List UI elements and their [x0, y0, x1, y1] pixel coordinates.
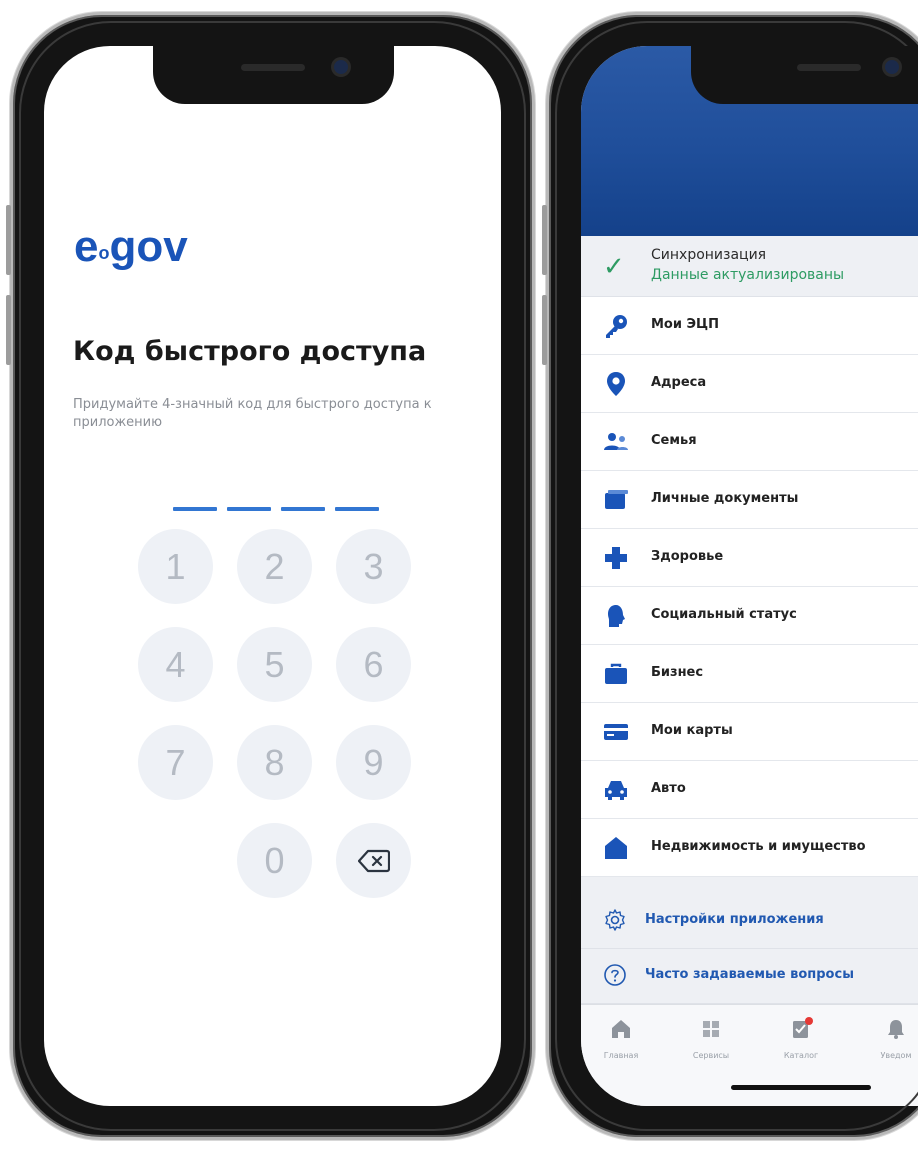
sync-status-text: Данные актуализированы — [651, 267, 845, 283]
pin-setup-screen: eogov Код быстрого доступа Придумайте 4-… — [44, 46, 501, 1106]
key-0[interactable]: 0 — [237, 823, 312, 898]
menu-item-label: Семья — [651, 433, 697, 448]
sync-status[interactable]: ✓ Синхронизация Данные актуализированы — [581, 236, 918, 297]
key-5[interactable]: 5 — [237, 627, 312, 702]
family-icon — [604, 433, 628, 450]
menu-item-addresses[interactable]: Адреса — [581, 355, 918, 413]
card-icon — [604, 724, 628, 740]
page-title: Код быстрого доступа — [73, 336, 427, 367]
menu-item-social-status[interactable]: Социальный статус — [581, 587, 918, 645]
menu-item-documents[interactable]: Личные документы — [581, 471, 918, 529]
tab-label: Уведом — [880, 1051, 912, 1060]
health-cross-icon — [605, 547, 627, 569]
key-6[interactable]: 6 — [336, 627, 411, 702]
pin-dash — [335, 507, 379, 511]
key-8[interactable]: 8 — [237, 725, 312, 800]
egov-logo: eogov — [74, 222, 188, 272]
social-status-icon — [608, 605, 625, 627]
key-4[interactable]: 4 — [138, 627, 213, 702]
menu-item-cards[interactable]: Мои карты — [581, 703, 918, 761]
house-icon — [605, 837, 627, 859]
menu-item-label: Мои ЭЦП — [651, 317, 719, 332]
phone-frame-right: ✓ Синхронизация Данные актуализированы М… — [542, 12, 918, 1140]
menu-item-health[interactable]: Здоровье — [581, 529, 918, 587]
menu-item-app-settings[interactable]: Настройки приложения — [581, 894, 918, 949]
briefcase-icon — [605, 663, 627, 684]
profile-menu-screen: ✓ Синхронизация Данные актуализированы М… — [581, 46, 918, 1106]
home-indicator — [731, 1085, 871, 1090]
documents-icon — [605, 490, 628, 509]
tab-notifications[interactable]: Уведом — [856, 1017, 918, 1060]
menu-item-label: Бизнес — [651, 665, 704, 680]
settings-label: Часто задаваемые вопросы — [645, 967, 854, 982]
notch — [691, 46, 918, 104]
key-3[interactable]: 3 — [336, 529, 411, 604]
menu-item-auto[interactable]: Авто — [581, 761, 918, 819]
catalog-icon — [793, 1017, 813, 1038]
backspace-icon — [357, 849, 390, 872]
menu-item-business[interactable]: Бизнес — [581, 645, 918, 703]
grid-icon — [703, 1021, 719, 1037]
settings-section: Настройки приложения Часто задаваемые во… — [581, 894, 918, 1004]
menu-item-ecp[interactable]: Мои ЭЦП — [581, 297, 918, 355]
pin-dash — [173, 507, 217, 511]
menu-item-label: Недвижимость и имущество — [651, 839, 866, 854]
menu-item-label: Адреса — [651, 375, 707, 390]
tab-home[interactable]: Главная — [581, 1017, 661, 1060]
menu-item-property[interactable]: Недвижимость и имущество — [581, 819, 918, 877]
tab-catalog[interactable]: Каталог — [761, 1017, 841, 1060]
speaker — [797, 64, 861, 71]
home-icon — [612, 1020, 630, 1038]
tab-label: Главная — [603, 1051, 639, 1060]
settings-label: Настройки приложения — [645, 912, 824, 927]
key-7[interactable]: 7 — [138, 725, 213, 800]
front-camera — [885, 60, 899, 74]
tab-label: Сервисы — [692, 1051, 730, 1060]
bottom-tab-bar: Главная Сервисы Каталог Уведом — [581, 1004, 918, 1106]
location-pin-icon — [607, 372, 625, 396]
profile-menu: Мои ЭЦП Адреса Семья Личные документы Зд… — [581, 297, 918, 877]
speaker — [241, 64, 305, 71]
backspace-button[interactable] — [336, 823, 411, 898]
logo-tail: gov — [109, 222, 188, 271]
phone-frame-left: eogov Код быстрого доступа Придумайте 4-… — [6, 12, 535, 1140]
bell-icon — [888, 1020, 904, 1039]
page-description: Придумайте 4-значный код для быстрого до… — [73, 397, 432, 430]
key-2[interactable]: 2 — [237, 529, 312, 604]
logo-letter: e — [74, 222, 99, 271]
pin-dash — [227, 507, 271, 511]
car-icon — [605, 781, 627, 800]
sync-title: Синхронизация — [651, 247, 767, 263]
volume-button — [6, 205, 11, 275]
menu-item-label: Авто — [651, 781, 686, 796]
volume-button — [6, 295, 11, 365]
menu-item-label: Социальный статус — [651, 607, 797, 622]
notification-badge — [805, 1017, 813, 1025]
volume-button — [542, 295, 547, 365]
key-icon — [606, 315, 627, 338]
tab-label: Каталог — [783, 1051, 819, 1060]
check-icon: ✓ — [603, 252, 625, 282]
notch — [153, 46, 394, 104]
pin-dash — [281, 507, 325, 511]
menu-item-family[interactable]: Семья — [581, 413, 918, 471]
menu-item-label: Здоровье — [651, 549, 724, 564]
key-1[interactable]: 1 — [138, 529, 213, 604]
pin-indicator — [173, 496, 389, 515]
volume-button — [542, 205, 547, 275]
logo-sub: o — [98, 243, 110, 263]
key-9[interactable]: 9 — [336, 725, 411, 800]
menu-item-label: Мои карты — [651, 723, 733, 738]
front-camera — [334, 60, 348, 74]
menu-item-label: Личные документы — [651, 491, 799, 506]
gear-icon — [605, 909, 625, 931]
tab-services[interactable]: Сервисы — [671, 1017, 751, 1060]
question-icon — [604, 964, 626, 986]
menu-item-faq[interactable]: Часто задаваемые вопросы — [581, 949, 918, 1004]
